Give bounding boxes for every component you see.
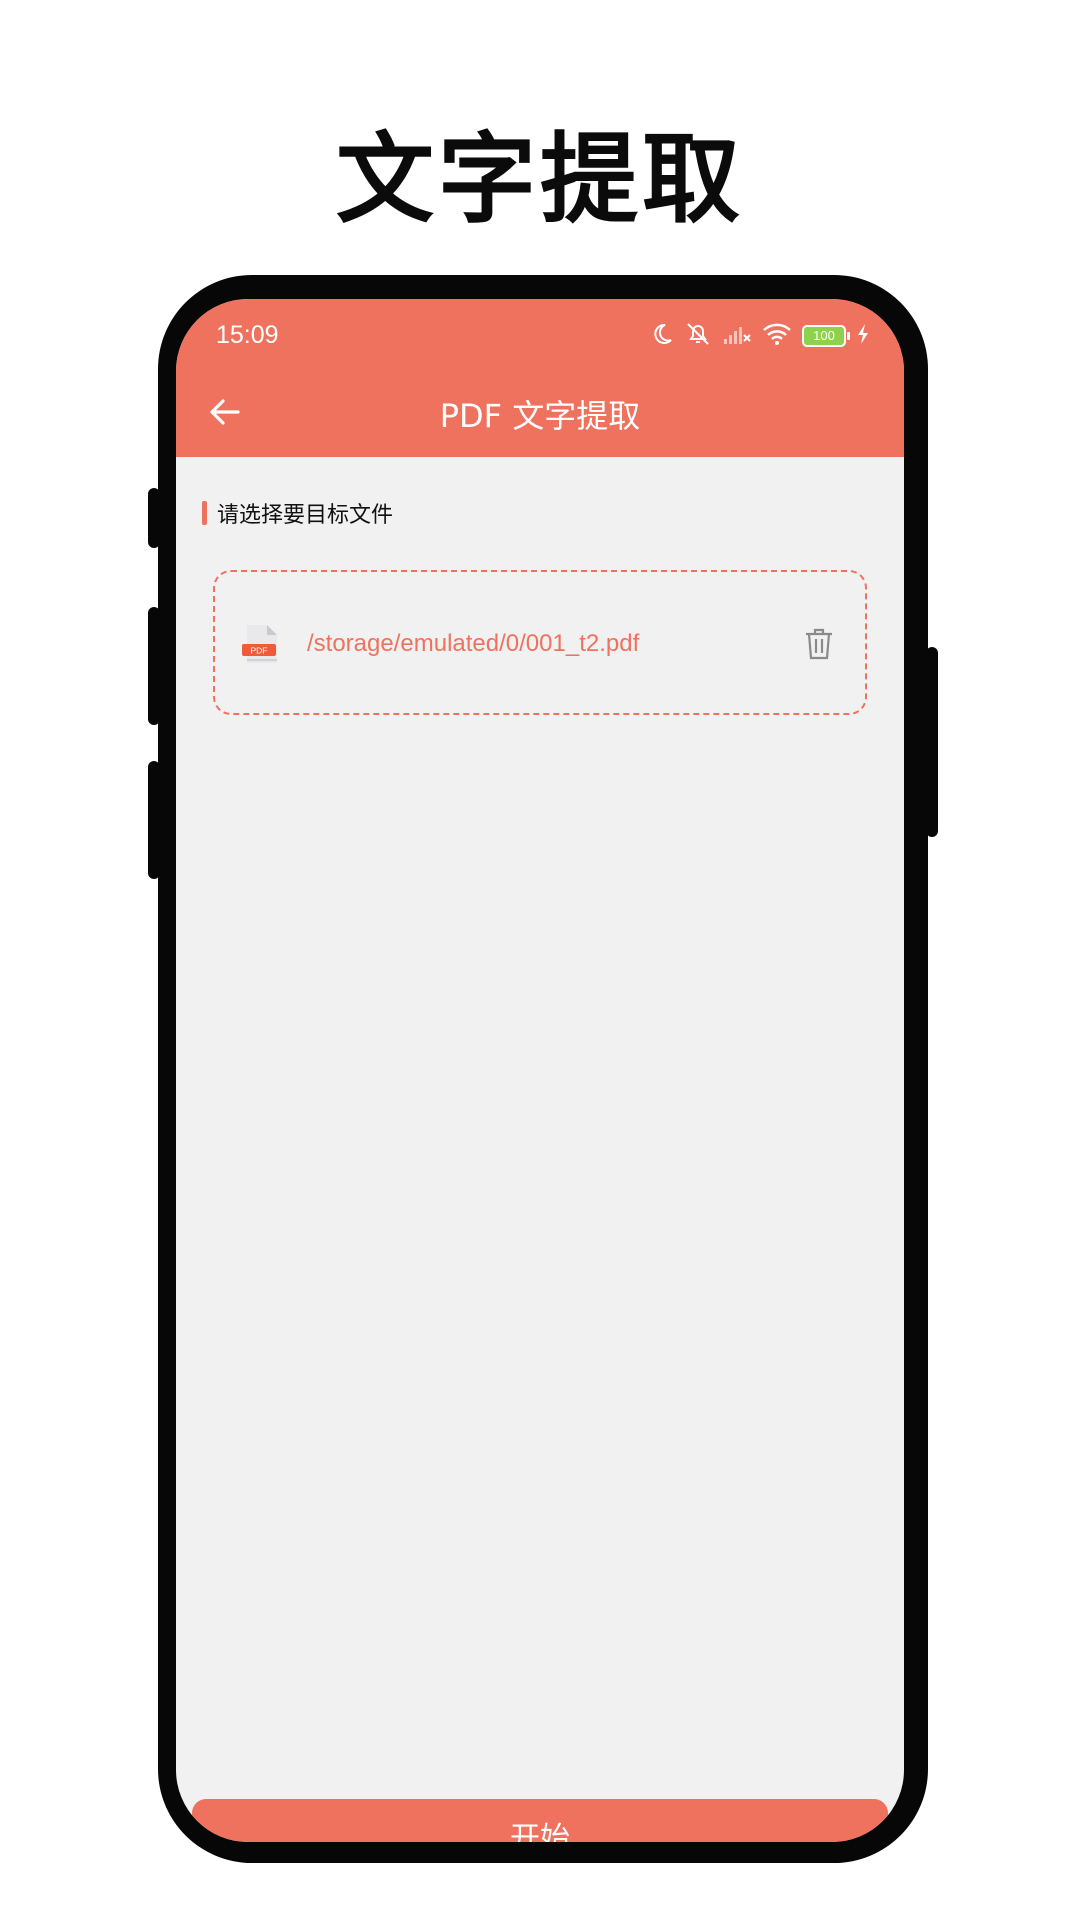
wifi-icon [762, 322, 792, 350]
phone-frame: 15:09 100 PDF 文字提取 请选择要目标文件 PDF /storage… [148, 275, 938, 1863]
pdf-icon-label: PDF [251, 646, 268, 656]
status-time: 15:09 [216, 321, 279, 349]
delete-file-button[interactable] [801, 624, 837, 664]
charging-icon [856, 323, 870, 349]
no-signal-icon [722, 323, 752, 349]
toolbar: PDF 文字提取 [176, 369, 904, 457]
status-bar: 15:09 100 [176, 299, 904, 369]
start-button[interactable]: 开始 [192, 1799, 888, 1842]
phone-screen: 15:09 100 PDF 文字提取 请选择要目标文件 PDF /storage… [176, 299, 904, 1842]
selected-file-box[interactable]: PDF /storage/emulated/0/001_t2.pdf [213, 570, 867, 715]
side-button-left-3 [148, 761, 160, 879]
section-header: 请选择要目标文件 [202, 499, 394, 528]
side-button-left-1 [148, 488, 160, 548]
section-title: 请选择要目标文件 [217, 503, 394, 528]
status-icons: 100 [650, 321, 870, 351]
side-button-right [926, 647, 938, 837]
page-title: PDF 文字提取 [439, 397, 641, 435]
side-button-left-2 [148, 607, 160, 725]
mute-bell-icon [684, 321, 712, 351]
promo-headline: 文字提取 [335, 123, 744, 237]
section-accent-bar [202, 501, 207, 525]
pdf-file-icon: PDF [239, 622, 283, 666]
moon-icon [650, 322, 674, 350]
trash-icon [806, 628, 832, 660]
main-content: 请选择要目标文件 PDF /storage/emulated/0/001_t2.… [176, 457, 904, 1842]
app-bar: 15:09 100 PDF 文字提取 [176, 299, 904, 457]
battery-icon: 100 [802, 325, 850, 347]
file-path-text: /storage/emulated/0/001_t2.pdf [307, 630, 640, 657]
